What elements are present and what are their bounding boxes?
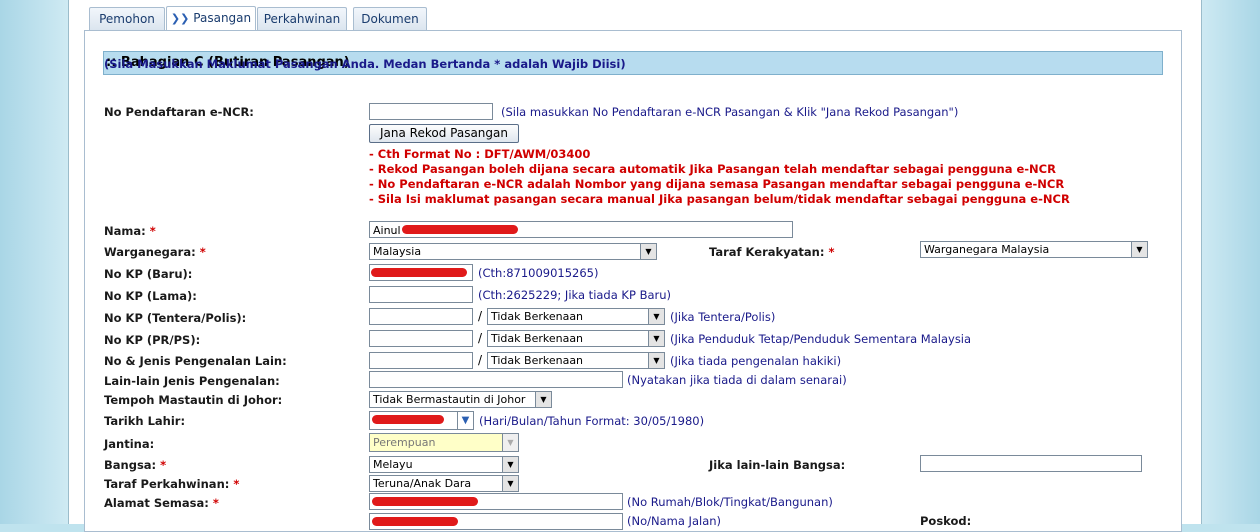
taraf-kerakyatan-select[interactable]: Warganegara Malaysia ▼ bbox=[920, 241, 1148, 258]
intro-text: (Sila Masukkan Maklumat Pasangan Anda. M… bbox=[104, 57, 626, 71]
taraf-perkahwinan-label: Taraf Perkahwinan: * bbox=[104, 477, 240, 491]
lain-jenis-label: Lain-lain Jenis Pengenalan: bbox=[104, 374, 280, 388]
poskod-label: Poskod: bbox=[920, 514, 972, 528]
kp-prps-hint: (Jika Penduduk Tetap/Penduduk Sementara … bbox=[670, 332, 972, 346]
ncr-hint: (Sila masukkan No Pendaftaran e-NCR Pasa… bbox=[501, 105, 959, 119]
jana-rekod-button[interactable]: Jana Rekod Pasangan bbox=[369, 124, 519, 143]
tarikh-lahir-label: Tarikh Lahir: bbox=[104, 414, 186, 428]
warganegara-select[interactable]: Malaysia ▼ bbox=[369, 243, 657, 260]
ncr-warning-2: - Rekod Pasangan boleh dijana secara aut… bbox=[369, 162, 1056, 176]
tab-pemohon[interactable]: Pemohon bbox=[89, 7, 165, 30]
redaction-mark bbox=[372, 497, 478, 506]
alamat-line2-hint: (No/Nama Jalan) bbox=[627, 514, 722, 528]
chevron-down-icon: ▼ bbox=[535, 392, 551, 407]
tab-perkahwinan[interactable]: Perkahwinan bbox=[257, 7, 347, 30]
kp-lama-label: No KP (Lama): bbox=[104, 289, 197, 303]
chevron-down-icon: ▼ bbox=[502, 476, 518, 491]
kp-tentera-input[interactable] bbox=[369, 308, 473, 325]
kp-prps-input[interactable] bbox=[369, 330, 473, 347]
redaction-mark bbox=[372, 517, 458, 526]
redaction-mark bbox=[372, 415, 444, 424]
lain-bangsa-label: Jika lain-lain Bangsa: bbox=[709, 458, 846, 472]
ncr-warning-3: - No Pendaftaran e-NCR adalah Nombor yan… bbox=[369, 177, 1065, 191]
redaction-mark bbox=[402, 225, 518, 234]
left-background bbox=[0, 0, 68, 524]
chevron-down-icon: ▼ bbox=[648, 353, 664, 368]
chevron-down-icon: ▼ bbox=[640, 244, 656, 259]
ncr-warning-1: - Cth Format No : DFT/AWM/03400 bbox=[369, 147, 591, 161]
kp-tentera-label: No KP (Tentera/Polis): bbox=[104, 311, 247, 325]
chevron-down-icon: ▼ bbox=[1131, 242, 1147, 257]
taraf-kerakyatan-label: Taraf Kerakyatan: * bbox=[709, 245, 835, 259]
separator-slash: / bbox=[478, 331, 483, 345]
kp-tentera-select[interactable]: Tidak Berkenaan ▼ bbox=[487, 308, 665, 325]
nama-label: Nama: * bbox=[104, 224, 156, 238]
pengenalan-lain-label: No & Jenis Pengenalan Lain: bbox=[104, 354, 287, 368]
kp-lama-input[interactable] bbox=[369, 286, 473, 303]
kp-baru-hint: (Cth:871009015265) bbox=[478, 266, 599, 280]
taraf-perkahwinan-select[interactable]: Teruna/Anak Dara ▼ bbox=[369, 475, 519, 492]
lain-bangsa-input[interactable] bbox=[920, 455, 1142, 472]
double-chevron-right-icon: ❯❯ bbox=[170, 12, 190, 25]
pengenalan-lain-select[interactable]: Tidak Berkenaan ▼ bbox=[487, 352, 665, 369]
tarikh-lahir-hint: (Hari/Bulan/Tahun Format: 30/05/1980) bbox=[479, 414, 705, 428]
bangsa-label: Bangsa: * bbox=[104, 458, 167, 472]
ncr-input[interactable] bbox=[369, 103, 493, 120]
chevron-down-icon: ▼ bbox=[648, 309, 664, 324]
right-background bbox=[1200, 0, 1260, 524]
tab-dokumen[interactable]: Dokumen bbox=[353, 7, 427, 30]
bangsa-select[interactable]: Melayu ▼ bbox=[369, 456, 519, 473]
ncr-warning-4: - Sila Isi maklumat pasangan secara manu… bbox=[369, 192, 1070, 206]
tempoh-select[interactable]: Tidak Bermastautin di Johor ▼ bbox=[369, 391, 552, 408]
lain-jenis-hint: (Nyatakan jika tiada di dalam senarai) bbox=[627, 373, 847, 387]
kp-prps-select[interactable]: Tidak Berkenaan ▼ bbox=[487, 330, 665, 347]
kp-baru-label: No KP (Baru): bbox=[104, 267, 193, 281]
chevron-down-icon: ▼ bbox=[502, 457, 518, 472]
kp-tentera-hint: (Jika Tentera/Polis) bbox=[670, 310, 776, 324]
warganegara-label: Warganegara: * bbox=[104, 245, 206, 259]
separator-slash: / bbox=[478, 309, 483, 323]
chevron-down-icon: ▼ bbox=[648, 331, 664, 346]
separator-slash: / bbox=[478, 353, 483, 367]
tab-pasangan[interactable]: ❯❯ Pasangan bbox=[166, 6, 256, 31]
pengenalan-lain-hint: (Jika tiada pengenalan hakiki) bbox=[670, 354, 842, 368]
lain-jenis-input[interactable] bbox=[369, 371, 623, 388]
redaction-mark bbox=[371, 268, 467, 277]
chevron-down-icon: ▼ bbox=[502, 434, 518, 451]
kp-prps-label: No KP (PR/PS): bbox=[104, 333, 201, 347]
alamat-label: Alamat Semasa: * bbox=[104, 496, 219, 510]
tempoh-label: Tempoh Mastautin di Johor: bbox=[104, 393, 283, 407]
form-page: Pemohon ❯❯ Pasangan Perkahwinan Dokumen :… bbox=[68, 0, 1202, 532]
pengenalan-lain-input[interactable] bbox=[369, 352, 473, 369]
alamat-line1-hint: (No Rumah/Blok/Tingkat/Bangunan) bbox=[627, 495, 833, 509]
jantina-label: Jantina: bbox=[104, 437, 155, 451]
calendar-dropdown-icon: ▼ bbox=[457, 412, 473, 429]
kp-lama-hint: (Cth:2625229; Jika tiada KP Baru) bbox=[478, 288, 672, 302]
jantina-select[interactable]: Perempuan ▼ bbox=[369, 433, 519, 452]
ncr-label: No Pendaftaran e-NCR: bbox=[104, 105, 254, 119]
